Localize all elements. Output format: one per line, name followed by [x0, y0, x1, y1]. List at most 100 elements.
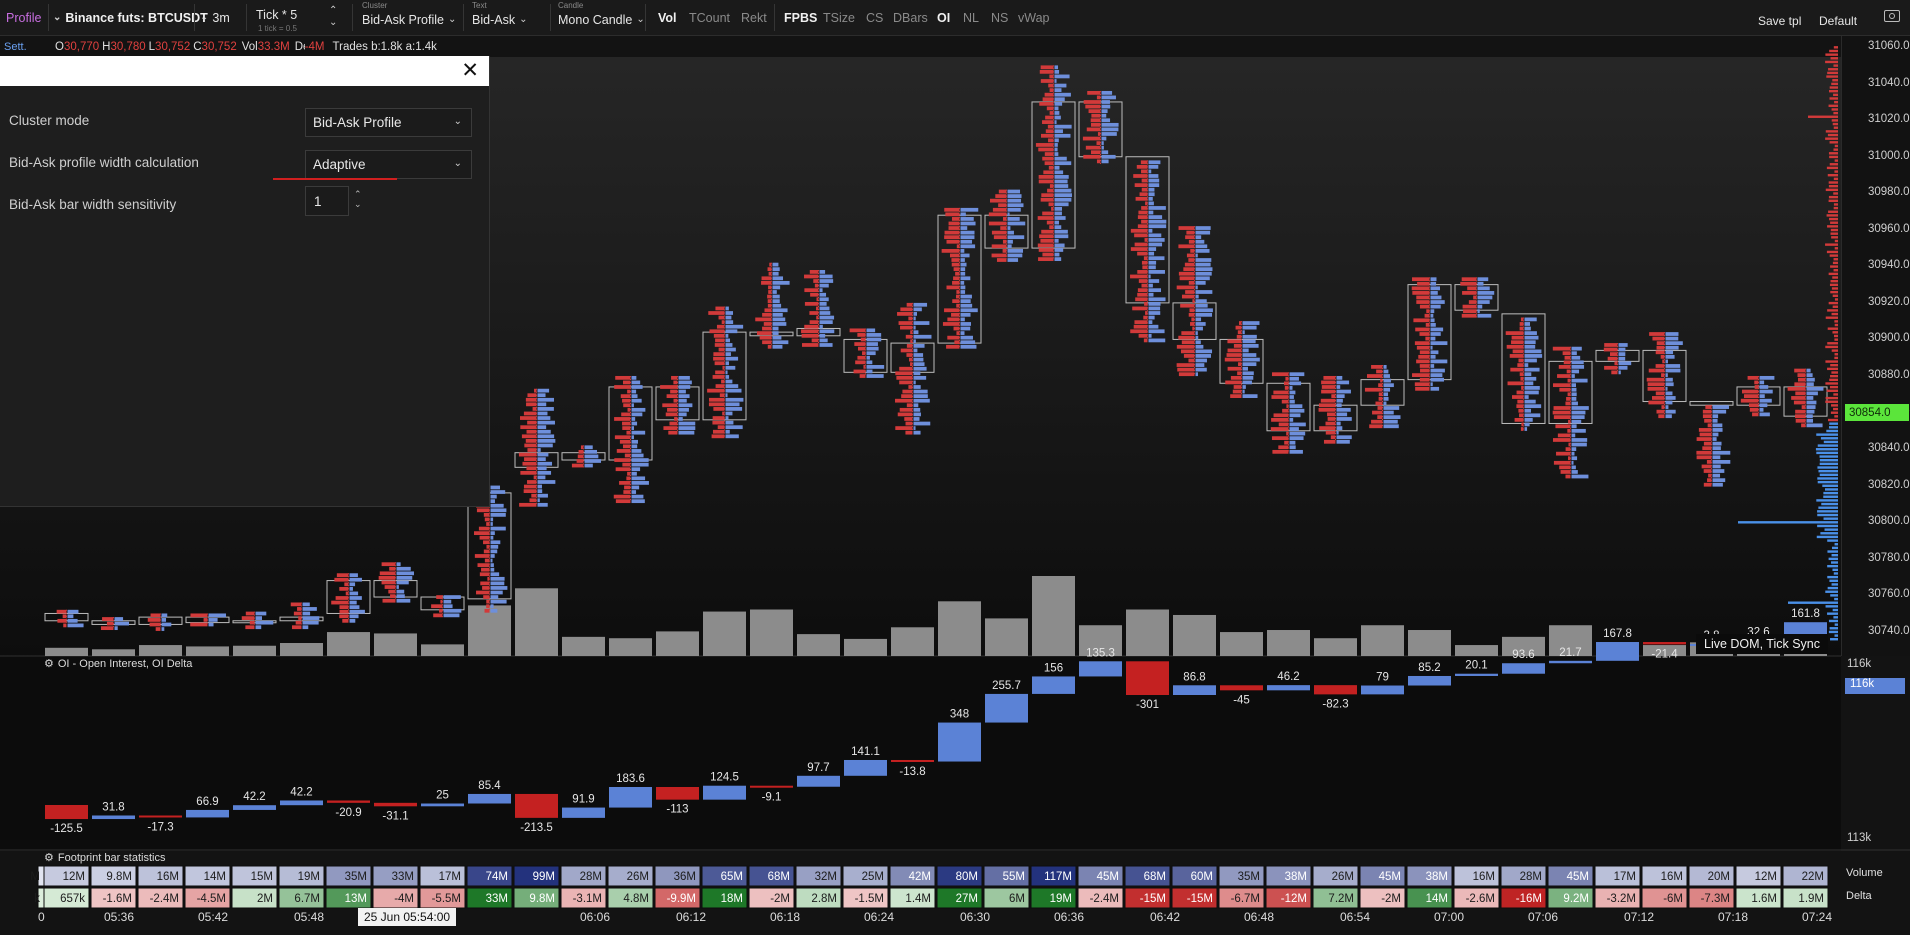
ask-profile-bar	[1289, 440, 1296, 445]
bid-profile-bar	[1661, 405, 1665, 409]
close-icon[interactable]: ✕	[461, 59, 479, 83]
dom-level-bar	[1828, 68, 1838, 71]
bid-profile-bar	[1178, 271, 1195, 276]
bid-profile-bar	[1185, 290, 1195, 294]
ask-profile-bar	[490, 572, 500, 577]
ask-profile-bar	[1336, 389, 1351, 394]
oi-delta-label: -13.8	[899, 766, 925, 778]
bid-profile-bar	[810, 292, 819, 297]
ask-profile-bar	[396, 566, 411, 571]
ask-profile-bar	[1195, 303, 1208, 308]
ask-profile-bar	[1054, 252, 1060, 257]
ask-profile-bar	[960, 244, 976, 249]
gear-icon[interactable]: ⚙	[44, 852, 54, 864]
profile-width-select[interactable]: Adaptive ⌄	[305, 150, 472, 179]
bid-profile-bar	[1141, 187, 1148, 192]
oi-pane-header[interactable]: ⚙ OI - Open Interest, OI Delta	[44, 657, 192, 670]
stepper-arrows[interactable]: ⌃ ⌄	[354, 189, 362, 209]
ask-profile-bar	[1148, 187, 1155, 192]
dom-level-bar	[1833, 572, 1838, 575]
bid-profile-bar	[1137, 292, 1148, 297]
stats-delta-value: 1.6M	[1751, 893, 1777, 905]
dom-level-bar	[1832, 294, 1838, 297]
dom-level-bar	[1834, 543, 1838, 546]
bid-profile-bar	[1647, 386, 1665, 391]
bid-profile-bar	[1083, 154, 1101, 159]
bid-profile-bar	[1237, 330, 1242, 335]
ask-profile-bar	[960, 331, 965, 335]
cursor-time-badge: 25 Jun 05:54:00	[358, 908, 457, 926]
bid-profile-bar	[1318, 403, 1336, 408]
time-label: 0	[38, 910, 45, 924]
bid-profile-bar	[331, 600, 349, 605]
oi-delta-label: 85.2	[1418, 662, 1440, 674]
bid-profile-bar	[951, 312, 960, 317]
profile-width-label: Bid-Ask profile width calculation	[9, 155, 199, 170]
cluster-mode-select[interactable]: Bid-Ask Profile ⌄	[305, 108, 472, 137]
ask-profile-bar	[67, 623, 84, 628]
gear-icon[interactable]: ⚙	[44, 658, 54, 670]
ask-profile-bar	[490, 512, 506, 517]
ask-profile-bar	[1289, 449, 1303, 454]
volume-bar	[515, 588, 558, 656]
bid-profile-bar	[1371, 419, 1383, 424]
ask-profile-bar	[1054, 83, 1067, 88]
bid-profile-bar	[1137, 251, 1148, 256]
ask-profile-bar	[913, 380, 916, 385]
ask-profile-bar	[584, 454, 599, 459]
price-label: 30840.0	[1868, 442, 1910, 455]
dom-level-bar	[1833, 407, 1838, 411]
stats-volume-value: 17M	[439, 871, 461, 883]
bid-profile-bar	[899, 366, 913, 371]
ask-profile-bar	[1524, 367, 1540, 372]
ask-profile-bar	[1242, 353, 1257, 357]
bid-profile-bar	[1183, 267, 1195, 272]
bid-profile-bar	[1419, 364, 1430, 368]
ask-profile-bar	[678, 417, 683, 421]
bid-profile-bar	[1556, 451, 1571, 456]
bid-profile-bar	[1701, 464, 1712, 469]
bid-profile-bar	[1178, 335, 1195, 340]
footprint-stats-header[interactable]: ⚙ Footprint bar statistics	[44, 851, 165, 864]
bid-profile-bar	[382, 598, 396, 603]
oi-delta-label: 46.2	[1277, 671, 1299, 683]
bid-profile-bar	[715, 370, 725, 375]
bid-profile-bar	[335, 596, 349, 600]
stats-volume-value: 65M	[721, 871, 743, 883]
live-dom-badge: Live DOM, Tick Sync	[1696, 634, 1828, 654]
ask-profile-bar	[631, 421, 638, 426]
oi-delta-label: 161.8	[1791, 608, 1820, 620]
ask-profile-bar	[1148, 210, 1154, 215]
bid-profile-bar	[1048, 138, 1054, 143]
bar-width-sensitivity-input[interactable]: 1	[305, 186, 349, 216]
dom-level-bar	[1827, 586, 1838, 590]
ask-profile-bar	[1712, 446, 1721, 451]
stats-volume-value: 15M	[251, 871, 273, 883]
price-scale[interactable]: 31060.0 31040.0 31020.0 31000.0 30980.0 30960…	[1841, 36, 1910, 656]
bid-profile-bar	[1035, 143, 1054, 147]
bid-profile-bar	[712, 375, 725, 379]
ask-profile-bar	[490, 494, 497, 499]
ask-profile-bar	[913, 389, 928, 394]
ask-profile-bar	[1054, 220, 1059, 225]
bid-profile-bar	[626, 476, 631, 481]
ask-profile-bar	[1054, 106, 1059, 111]
ask-profile-bar	[1571, 447, 1577, 451]
time-label: 07:18	[1718, 910, 1749, 924]
ask-profile-bar	[1383, 410, 1394, 415]
ask-profile-bar	[1148, 283, 1153, 288]
dom-level-bar	[1821, 502, 1838, 506]
ask-profile-bar	[819, 333, 826, 338]
ask-profile-bar	[1571, 378, 1588, 383]
bid-profile-bar	[897, 312, 913, 316]
ask-profile-bar	[1336, 417, 1352, 421]
ask-profile-bar	[1336, 407, 1351, 412]
ask-profile-bar	[1007, 198, 1022, 203]
bid-profile-bar	[1517, 399, 1524, 404]
ask-profile-bar	[1806, 373, 1813, 377]
ask-profile-bar	[537, 438, 556, 443]
ask-profile-bar	[960, 258, 965, 262]
ask-profile-bar	[1101, 95, 1116, 100]
stats-delta-value: 657k	[60, 893, 85, 905]
dom-level-bar	[1827, 133, 1838, 137]
